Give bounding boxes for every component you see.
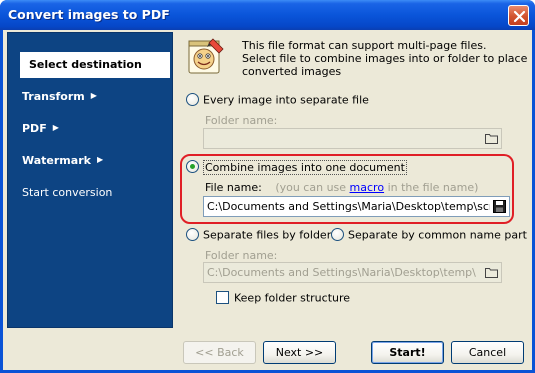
checkbox-label: Keep folder structure <box>234 291 351 305</box>
radio-combine-images[interactable]: Combine images into one document <box>186 159 407 176</box>
info-line: This file format can support multi-page … <box>242 39 487 52</box>
radio-label: Separate by common name part <box>348 228 527 242</box>
nav-item-start-conversion[interactable]: Start conversion <box>16 182 170 204</box>
close-icon <box>513 10 526 23</box>
output-folder-value: C:\Documents and Settings\Naria\Desktop\… <box>207 266 476 279</box>
folder-icon <box>485 134 498 144</box>
cancel-button[interactable]: Cancel <box>451 341 524 364</box>
nav-item-label: Select destination <box>29 58 142 71</box>
radio-label: Every image into separate file <box>203 93 369 107</box>
close-button[interactable] <box>508 5 529 26</box>
nav-item-label: Transform <box>22 90 85 103</box>
nav-item-watermark[interactable]: Watermark ▶ <box>16 150 170 172</box>
macro-link[interactable]: macro <box>350 181 385 194</box>
chevron-right-icon: ▶ <box>90 91 97 100</box>
chevron-right-icon: ▶ <box>52 123 59 132</box>
info-line: converted images <box>242 65 342 78</box>
radio-button[interactable] <box>331 227 344 241</box>
nav-item-transform[interactable]: Transform ▶ <box>16 86 170 108</box>
output-folder-field[interactable]: C:\Documents and Settings\Naria\Desktop\… <box>203 262 502 283</box>
file-name-label-text: File name: <box>205 181 262 194</box>
macro-hint-prefix: (you can use <box>275 181 347 194</box>
nav-item-pdf[interactable]: PDF ▶ <box>16 118 170 140</box>
keep-folder-structure-checkbox[interactable]: Keep folder structure <box>216 290 351 307</box>
file-name-label: File name: (you can use macro in the fil… <box>205 181 478 194</box>
radio-every-image[interactable]: Every image into separate file <box>186 92 369 109</box>
dialog-window: Convert images to PDF Select destination… <box>0 0 535 373</box>
chevron-right-icon: ▶ <box>96 155 104 164</box>
info-line: Select file to combine images into or fo… <box>242 52 528 65</box>
floppy-disk-icon <box>493 200 506 213</box>
folder-name-label: Folder name: <box>205 249 278 262</box>
radio-button[interactable] <box>186 92 199 106</box>
folder-name-label: Folder name: <box>205 114 278 127</box>
wizard-nav: Select destination Transform ▶ PDF ▶ Water… <box>7 32 173 328</box>
nav-item-label: Watermark <box>22 154 91 167</box>
folder-name-field[interactable] <box>203 128 502 149</box>
checkbox[interactable] <box>216 290 229 304</box>
radio-button[interactable] <box>186 227 199 241</box>
folder-icon <box>485 268 498 278</box>
title-bar[interactable]: Convert images to PDF <box>0 0 535 30</box>
radio-separate-by-folders[interactable]: Separate files by folders <box>186 227 337 244</box>
browse-folder-button[interactable] <box>482 129 501 148</box>
file-name-input[interactable]: C:\Documents and Settings\Maria\Desktop\… <box>203 196 510 217</box>
notepad-face-icon <box>188 38 224 74</box>
nav-item-select-destination[interactable]: Select destination <box>20 52 170 78</box>
next-button[interactable]: Next >> <box>263 341 336 364</box>
start-button[interactable]: Start! <box>371 341 444 364</box>
nav-item-label: PDF <box>22 122 47 135</box>
save-file-button[interactable] <box>490 197 509 216</box>
window-title: Convert images to PDF <box>8 7 170 22</box>
radio-separate-by-common-name[interactable]: Separate by common name part <box>331 227 527 244</box>
file-name-value: C:\Documents and Settings\Maria\Desktop\… <box>207 200 510 213</box>
info-description: This file format can support multi-page … <box>242 39 532 78</box>
nav-item-label: Start conversion <box>22 186 113 199</box>
macro-hint-suffix: in the file name) <box>387 181 479 194</box>
radio-label: Combine images into one document <box>203 159 407 175</box>
dialog-client-area: Select destination Transform ▶ PDF ▶ Water… <box>3 30 532 370</box>
radio-button[interactable] <box>186 159 199 173</box>
browse-folder-button[interactable] <box>482 263 501 282</box>
back-button[interactable]: << Back <box>183 341 256 364</box>
radio-label: Separate files by folders <box>203 228 337 242</box>
